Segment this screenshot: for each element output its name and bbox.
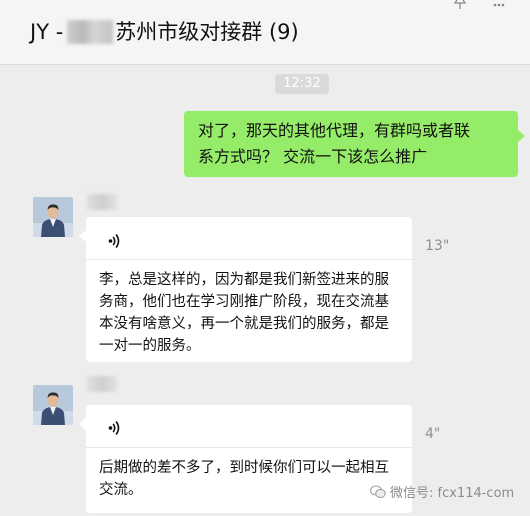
- voice-icon[interactable]: [108, 233, 122, 249]
- transcript-line: 后期做的差不多了，到时候你们可以一起相互: [99, 460, 389, 476]
- redacted-name: [67, 20, 114, 44]
- redacted-sender-name: [87, 194, 117, 210]
- transcript-line: 李，总是这样的，因为都是我们新签进来的服: [99, 272, 389, 288]
- message-line: 对了，那天的其他代理，有群吗或者联: [198, 121, 471, 140]
- chat-title: JY - 苏州市级对接群 (9): [30, 18, 299, 46]
- bubble-tail: [79, 418, 86, 430]
- avatar-image: [33, 197, 73, 237]
- pin-icon[interactable]: [453, 0, 467, 10]
- bubble-tail: [79, 230, 86, 242]
- avatar-image: [33, 385, 73, 425]
- bubble-tail: [518, 130, 525, 142]
- chat-header: JY - 苏州市级对接群 (9): [0, 0, 530, 65]
- transcript-line: 本没有啥意义，再一个就是我们的服务，都是: [99, 316, 389, 332]
- voice-transcript: 李，总是这样的，因为都是我们新签进来的服 务商，他们也在学习刚推广阶段，现在交流…: [99, 269, 405, 357]
- voice-duration: 4": [425, 426, 441, 442]
- watermark: 微信号: fcx114-com: [370, 482, 514, 501]
- timestamp-badge: 12:32: [275, 74, 329, 94]
- transcript-line: 务商，他们也在学习刚推广阶段，现在交流基: [99, 294, 389, 310]
- voice-duration: 13": [425, 238, 450, 254]
- chat-title-group: 苏州市级对接群 (9): [115, 20, 299, 44]
- voice-message-card[interactable]: 后期做的差不多了，到时候你们可以一起相互 交流。: [86, 405, 412, 513]
- transcript-line: 一对一的服务。: [99, 338, 201, 354]
- voice-transcript: 后期做的差不多了，到时候你们可以一起相互 交流。: [99, 457, 405, 501]
- message-line: 系方式吗？ 交流一下该怎么推广: [198, 147, 428, 166]
- voice-icon[interactable]: [108, 420, 122, 436]
- card-divider: [86, 447, 412, 448]
- wechat-icon: [370, 485, 386, 498]
- avatar[interactable]: [33, 197, 73, 237]
- transcript-line: 交流。: [99, 482, 143, 498]
- more-icon[interactable]: [492, 0, 506, 10]
- avatar[interactable]: [33, 385, 73, 425]
- voice-message-card[interactable]: 李，总是这样的，因为都是我们新签进来的服 务商，他们也在学习刚推广阶段，现在交流…: [86, 217, 412, 362]
- card-divider: [86, 259, 412, 260]
- chat-title-prefix: JY -: [30, 20, 64, 44]
- outgoing-message-bubble[interactable]: 对了，那天的其他代理，有群吗或者联 系方式吗？ 交流一下该怎么推广: [184, 111, 518, 177]
- watermark-text: 微信号: fcx114-com: [390, 486, 515, 501]
- redacted-sender-name: [87, 376, 117, 392]
